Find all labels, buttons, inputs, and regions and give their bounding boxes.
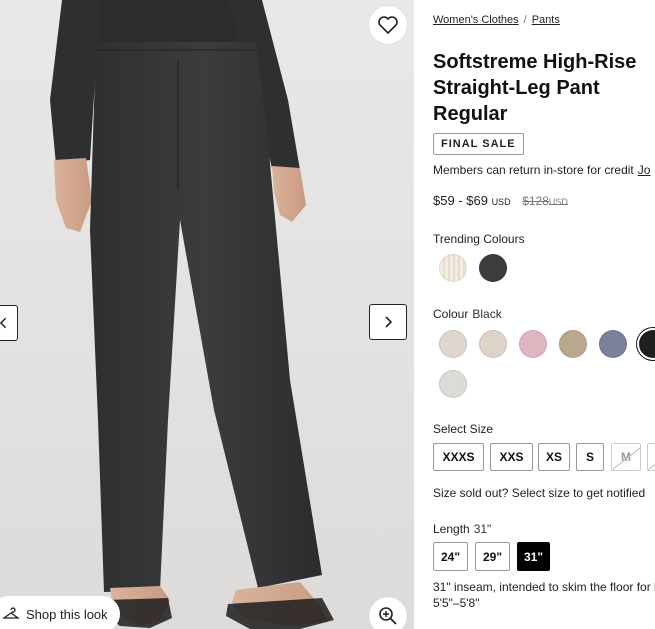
colour-swatch[interactable]: [479, 330, 507, 358]
length-label-text: Length: [433, 522, 470, 536]
colour-swatch[interactable]: [519, 330, 547, 358]
chevron-left-icon: [0, 317, 7, 329]
original-price: $128USD: [522, 194, 568, 208]
product-title-line: Regular: [433, 103, 508, 125]
original-price-currency: USD: [548, 197, 568, 207]
length-label: Length 31": [433, 522, 491, 536]
size-option-xs[interactable]: XS: [538, 443, 570, 471]
product-title-line: Straight-Leg Pant: [433, 77, 600, 99]
final-sale-badge: FINAL SALE: [433, 133, 524, 155]
shop-this-look-button[interactable]: Shop this look: [0, 596, 120, 629]
hanger-icon: [2, 607, 20, 619]
heart-icon: [378, 16, 398, 34]
zoom-button[interactable]: [369, 597, 407, 629]
breadcrumb-womens-clothes[interactable]: Women's Clothes: [433, 14, 519, 26]
size-option-xxxs[interactable]: XXXS: [433, 443, 484, 471]
shop-this-look-label: Shop this look: [26, 606, 108, 622]
trending-colours-label: Trending Colours: [433, 232, 525, 246]
inseam-description-line: 5'5"–5'8": [433, 596, 480, 610]
product-photo: [50, 0, 334, 629]
chevron-right-icon: [385, 316, 393, 328]
product-title: Softstreme High-Rise Straight-Leg Pant R…: [433, 49, 653, 127]
selected-colour: Black: [472, 307, 502, 321]
product-image-gallery[interactable]: Shop this look: [0, 0, 414, 629]
product-title-line: Softstreme High-Rise: [433, 51, 637, 73]
select-size-label: Select Size: [433, 422, 494, 436]
size-sold-out-note: Size sold out? Select size to get notifi…: [433, 486, 646, 500]
colour-swatch[interactable]: [439, 370, 467, 398]
colour-swatch[interactable]: [559, 330, 587, 358]
length-option-29[interactable]: 29": [475, 542, 510, 571]
original-price-value: $128: [522, 194, 549, 208]
length-option-31-selected[interactable]: 31": [517, 542, 550, 571]
inseam-description-line: 31" inseam, intended to skim the floor f…: [433, 580, 655, 594]
colour-swatch[interactable]: [599, 330, 627, 358]
breadcrumb: Women's Clothes / Pants: [433, 14, 560, 26]
price: $59 - $69 USD $128USD: [433, 193, 568, 208]
size-option-s[interactable]: S: [576, 443, 604, 471]
zoom-in-icon: [379, 607, 397, 625]
size-option-sold-out[interactable]: [647, 443, 655, 471]
members-return-text: Members can return in-store for credit: [433, 163, 634, 177]
colour-label: Colour Black: [433, 307, 502, 321]
sale-price: $59 - $69: [433, 193, 488, 208]
breadcrumb-pants[interactable]: Pants: [532, 14, 560, 26]
inseam-description: 31" inseam, intended to skim the floor f…: [433, 579, 655, 611]
selected-length: 31": [473, 522, 492, 536]
size-option-xxs[interactable]: XXS: [490, 443, 533, 471]
previous-image-button[interactable]: [0, 305, 18, 341]
wishlist-button[interactable]: [369, 6, 407, 44]
colour-swatch-black-selected[interactable]: [639, 330, 655, 358]
size-option-m-sold-out[interactable]: M: [611, 443, 641, 471]
breadcrumb-separator: /: [523, 14, 527, 26]
trending-swatch-charcoal[interactable]: [479, 254, 507, 282]
members-return-note: Members can return in-store for credit Jo: [433, 163, 650, 177]
trending-swatch-cream[interactable]: [439, 254, 467, 282]
join-link[interactable]: Jo: [638, 163, 651, 177]
colour-swatch[interactable]: [439, 330, 467, 358]
length-option-24[interactable]: 24": [433, 542, 468, 571]
next-image-button[interactable]: [369, 304, 407, 340]
colour-label-text: Colour: [433, 307, 469, 321]
price-currency: USD: [491, 197, 511, 207]
